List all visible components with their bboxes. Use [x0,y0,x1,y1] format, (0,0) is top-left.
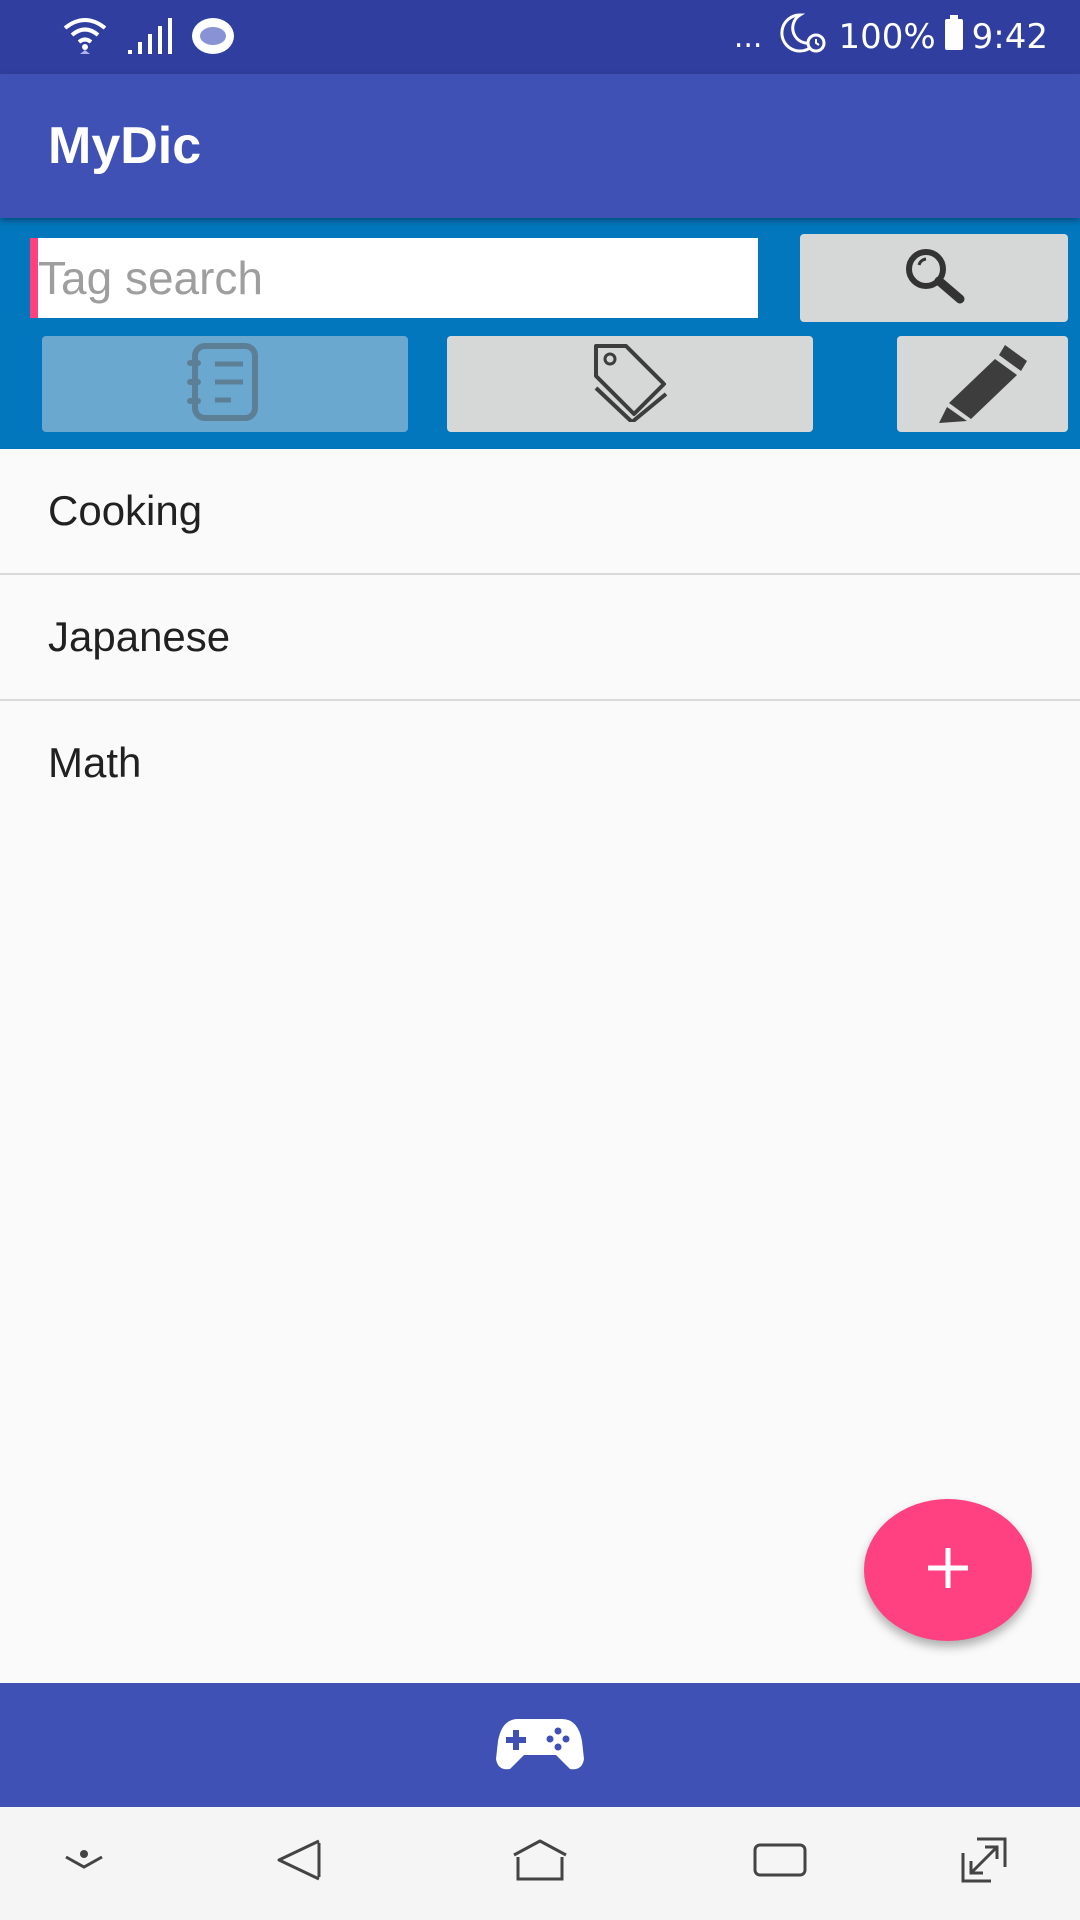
search-button[interactable] [800,234,1068,322]
system-nav-bar [0,1807,1080,1920]
signal-icon [126,14,172,62]
add-tag-button[interactable] [864,1499,1032,1641]
notebook-icon [185,342,265,426]
tag-item-math[interactable]: Math [0,701,1080,827]
status-icons-left [62,14,236,62]
expand-icon [959,1835,1009,1889]
recents-icon [752,1840,808,1884]
tag-label: Japanese [48,613,231,660]
battery-percent: 100% [838,17,936,57]
status-overflow-dots: ... [733,19,763,55]
plus-icon [924,1544,972,1596]
hide-keyboard-icon [62,1845,106,1879]
eye-icon [190,16,236,60]
back-button[interactable] [260,1827,340,1897]
hide-keyboard-button[interactable] [44,1827,124,1897]
battery-icon [944,14,964,60]
tags-icon [590,342,670,426]
notebook-button[interactable] [42,336,408,432]
expand-button[interactable] [944,1827,1024,1897]
edit-button[interactable] [897,336,1068,432]
recents-button[interactable] [740,1827,820,1897]
status-icons-right: ... 100% 9:42 [734,0,1048,74]
app-bar: MyDic [0,74,1080,218]
home-icon [510,1837,570,1887]
bottom-bar [0,1683,1080,1807]
gamepad-icon[interactable] [496,1715,584,1775]
tag-label: Math [48,739,142,786]
tag-label: Cooking [48,487,203,534]
home-button[interactable] [500,1827,580,1897]
pencil-icon [935,341,1031,427]
search-icon [902,247,966,309]
tags-button[interactable] [447,336,813,432]
tag-item-cooking[interactable]: Cooking [0,449,1080,575]
moon-icon [776,11,830,64]
back-icon [275,1837,325,1887]
app-title: MyDic [48,117,202,175]
status-bar: ... 100% 9:42 [0,0,1080,74]
tag-list: Cooking Japanese Math [0,449,1080,827]
wifi-icon [62,14,108,62]
clock: 9:42 [971,17,1048,57]
tag-search-input[interactable] [30,238,758,318]
tag-item-japanese[interactable]: Japanese [0,575,1080,701]
search-toolbar [0,218,1080,449]
